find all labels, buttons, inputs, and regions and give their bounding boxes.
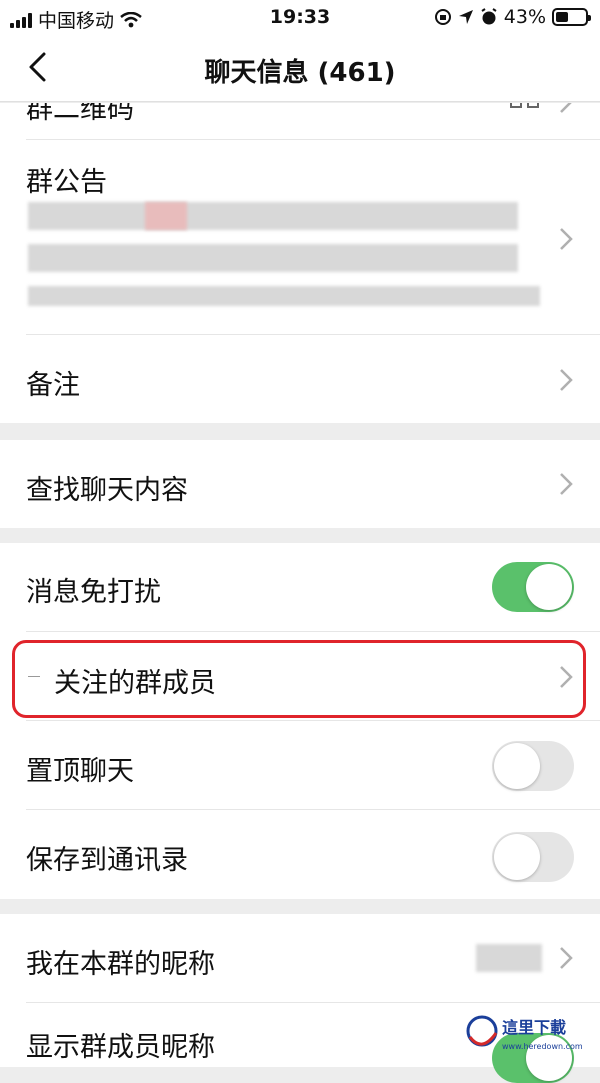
row-my-nickname[interactable]: 我在本群的昵称 bbox=[0, 914, 600, 1002]
watermark-logo: 這里下載 www.heredown.com bbox=[462, 1003, 590, 1059]
alarm-icon bbox=[480, 8, 498, 26]
chevron-right-icon bbox=[558, 226, 574, 252]
row-save-contacts: 保存到通讯录 bbox=[0, 810, 600, 899]
pin-chat-label: 置顶聊天 bbox=[26, 749, 134, 788]
row-remark[interactable]: 备注 bbox=[0, 335, 600, 423]
highlight-box bbox=[12, 640, 586, 718]
search-chat-label: 查找聊天内容 bbox=[26, 468, 188, 507]
rotation-lock-icon bbox=[434, 8, 452, 26]
row-announcement[interactable]: 群公告 bbox=[0, 140, 600, 334]
section-group-info: 群二维码 群公告 备注 bbox=[0, 103, 600, 423]
location-icon bbox=[458, 9, 474, 25]
qr-code-icon bbox=[510, 103, 540, 111]
battery-percent: 43% bbox=[504, 6, 546, 28]
status-bar: 中国移动 19:33 43% bbox=[0, 0, 600, 36]
svg-text:www.heredown.com: www.heredown.com bbox=[502, 1042, 583, 1051]
section-search: 查找聊天内容 bbox=[0, 440, 600, 528]
chevron-right-icon bbox=[558, 471, 574, 497]
my-nickname-label: 我在本群的昵称 bbox=[26, 942, 215, 981]
mute-toggle[interactable] bbox=[492, 562, 574, 612]
section-chat-settings: 消息免打扰 关注的群成员 置顶聊天 保存到通讯录 bbox=[0, 543, 600, 899]
remark-label: 备注 bbox=[26, 363, 80, 402]
mute-label: 消息免打扰 bbox=[26, 570, 161, 609]
nickname-blurred-value bbox=[476, 944, 542, 972]
chevron-right-icon bbox=[558, 103, 574, 115]
pin-toggle[interactable] bbox=[492, 741, 574, 791]
row-mute: 消息免打扰 bbox=[0, 543, 600, 631]
announcement-label: 群公告 bbox=[26, 160, 107, 199]
chevron-right-icon bbox=[558, 945, 574, 971]
row-qr-code[interactable]: 群二维码 bbox=[0, 103, 600, 139]
row-pin-chat: 置顶聊天 bbox=[0, 721, 600, 809]
nav-bar: 聊天信息 (461) bbox=[0, 36, 600, 102]
page-title: 聊天信息 (461) bbox=[0, 52, 600, 89]
save-contacts-toggle[interactable] bbox=[492, 832, 574, 882]
show-nicknames-label: 显示群成员昵称 bbox=[26, 1025, 215, 1064]
chevron-right-icon bbox=[558, 367, 574, 393]
save-contacts-label: 保存到通讯录 bbox=[26, 838, 188, 877]
battery-icon bbox=[552, 8, 588, 26]
svg-text:這里下載: 這里下載 bbox=[502, 1018, 566, 1037]
row-search-chat[interactable]: 查找聊天内容 bbox=[0, 440, 600, 528]
